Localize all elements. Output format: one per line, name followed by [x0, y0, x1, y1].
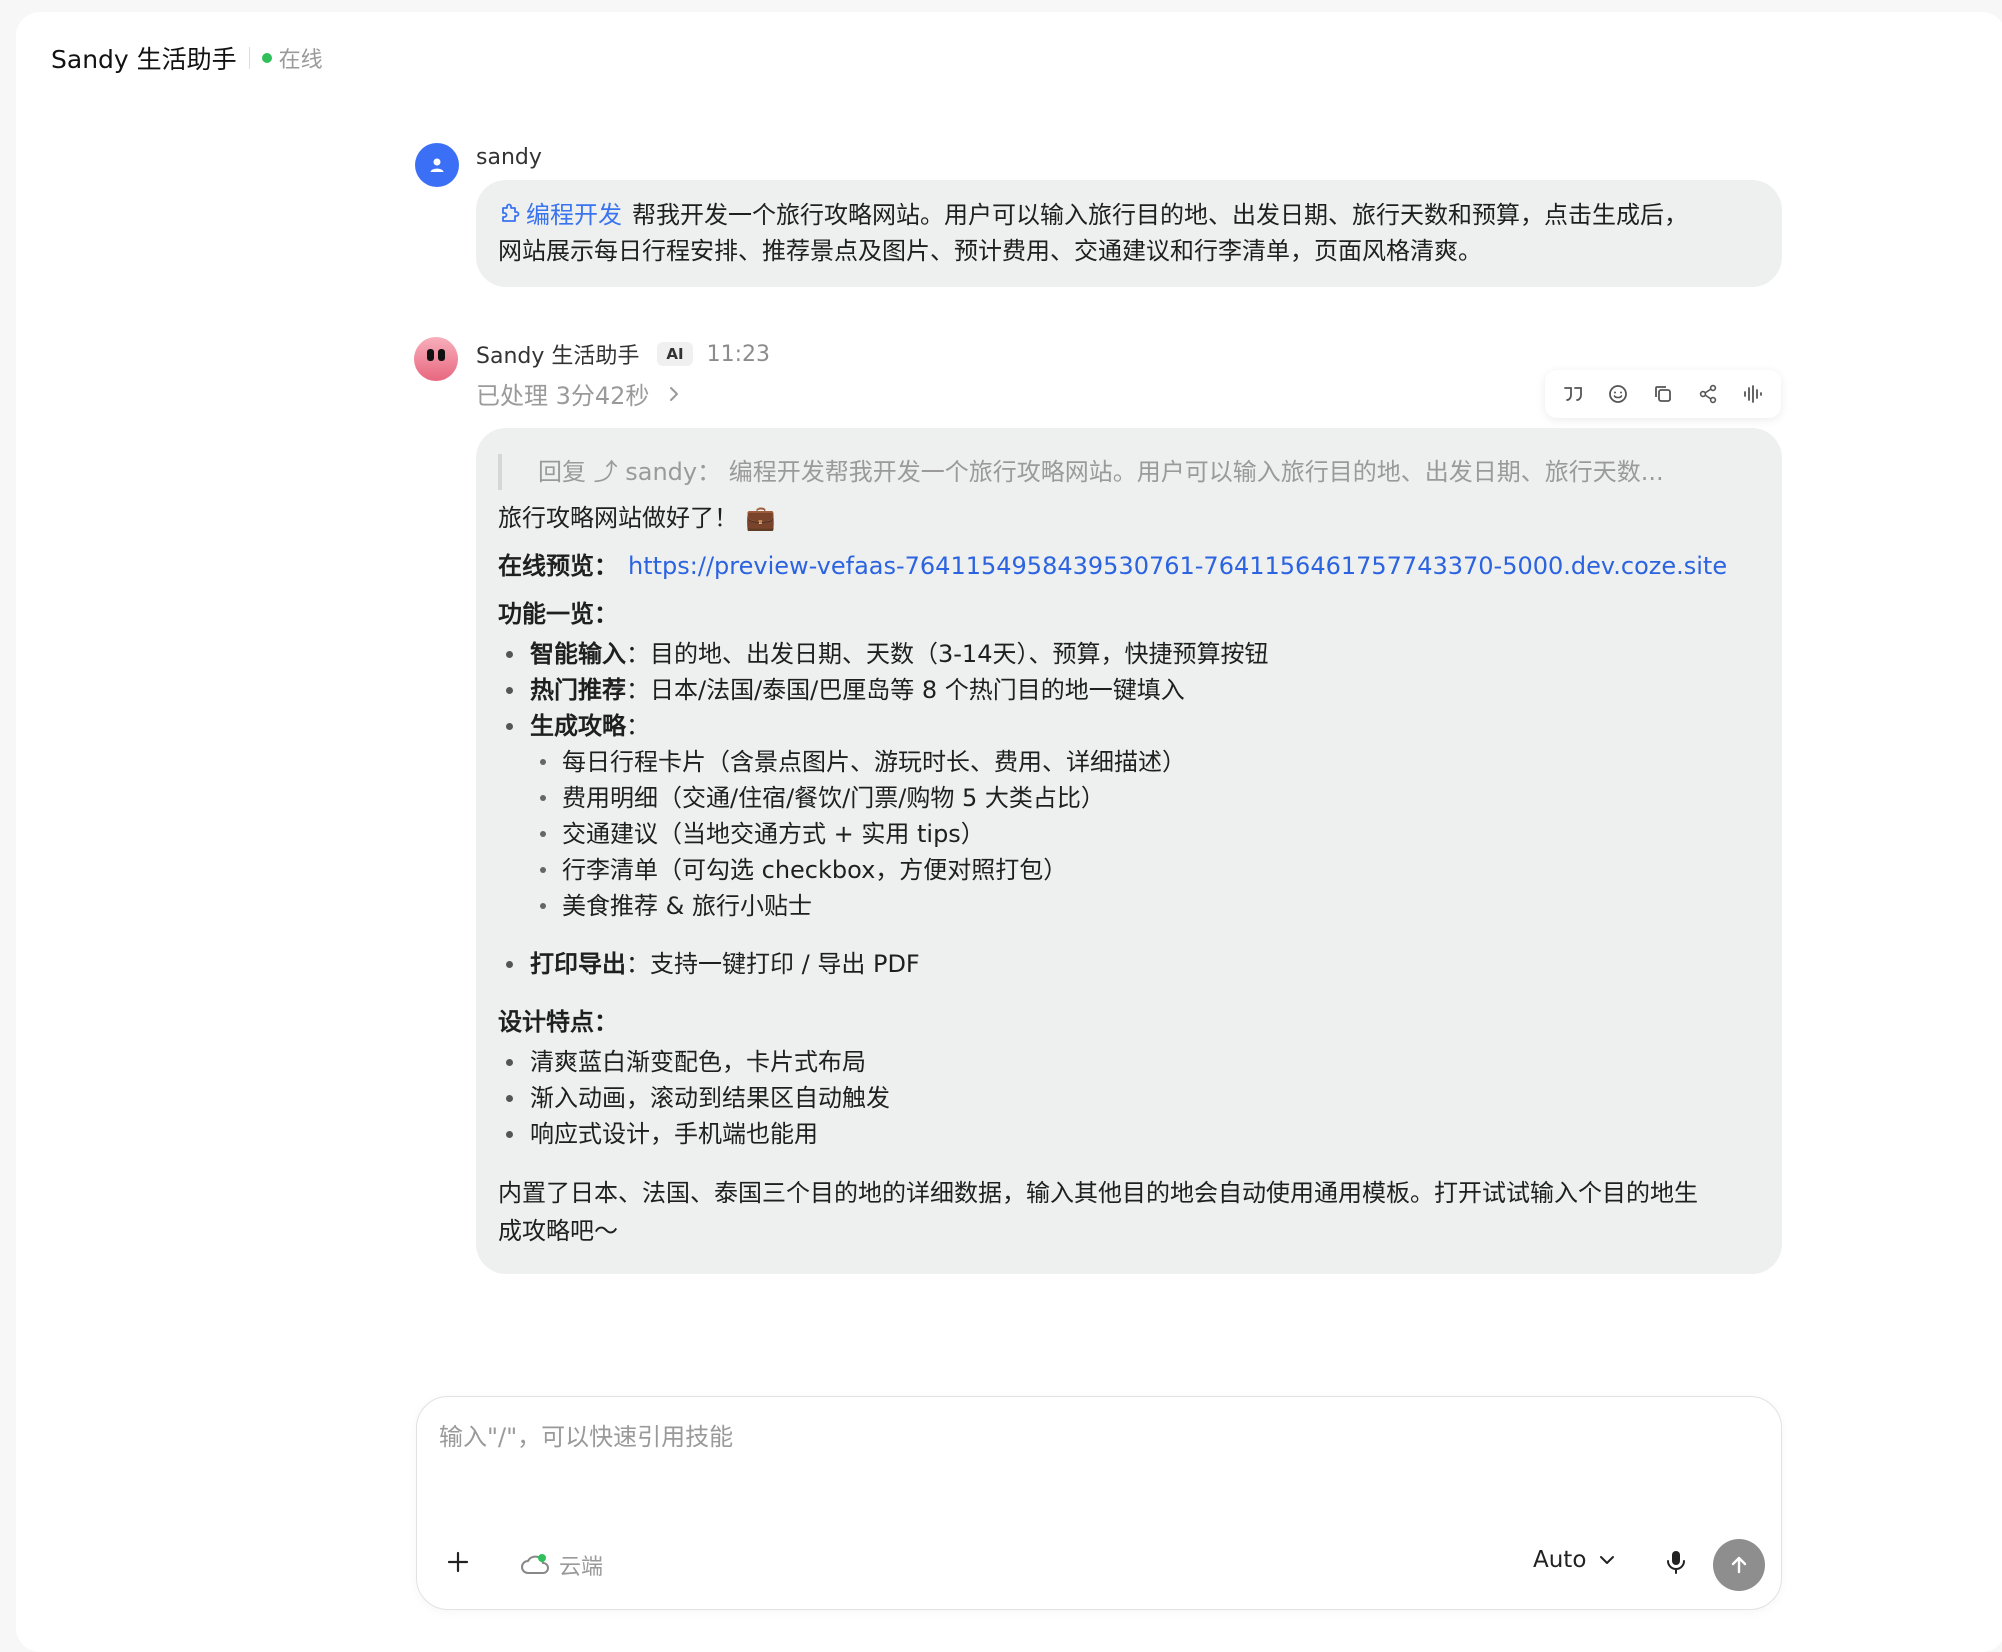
assistant-message-bubble: 回复 ⤴ sandy： 编程开发帮我开发一个旅行攻略网站。用户可以输入旅行目的地…	[476, 428, 1782, 1274]
design-heading: 设计特点：	[498, 1008, 618, 1036]
plus-icon[interactable]	[443, 1547, 473, 1577]
chevron-right-icon	[670, 386, 679, 401]
done-text: 旅行攻略网站做好了！ 💼	[498, 504, 776, 532]
cloud-icon	[521, 1554, 549, 1574]
list-item: 清爽蓝白渐变配色，卡片式布局	[506, 1044, 1760, 1080]
message-composer[interactable]: 输入"/"，可以快速引用技能 云端 Auto	[416, 1396, 1782, 1610]
cloud-label: 云端	[559, 1555, 604, 1580]
assistant-meta: Sandy 生活助手 AI 11:23	[476, 338, 770, 370]
list-item: 每日行程卡片（含景点图片、游玩时长、费用、详细描述）	[540, 744, 1760, 780]
message-time: 11:23	[706, 341, 770, 367]
puzzle-icon	[502, 203, 520, 222]
online-status-dot	[261, 53, 272, 63]
closing-line1: 内置了日本、法国、泰国三个目的地的详细数据，输入其他目的地会自动使用通用模板。打…	[498, 1179, 1698, 1207]
preview-label: 在线预览：	[498, 552, 618, 580]
list-item: 生成攻略： 每日行程卡片（含景点图片、游玩时长、费用、详细描述） 费用明细（交通…	[506, 708, 1760, 924]
ai-badge: AI	[657, 342, 693, 366]
user-message-line1: 帮我开发一个旅行攻略网站。用户可以输入旅行目的地、出发日期、旅行天数和预算，点击…	[632, 201, 1688, 229]
user-message-bubble: 编程开发 帮我开发一个旅行攻略网站。用户可以输入旅行目的地、出发日期、旅行天数和预…	[476, 180, 1782, 287]
send-button[interactable]	[1713, 1539, 1765, 1591]
emoji-icon[interactable]	[1603, 379, 1633, 409]
features-list: 智能输入：目的地、出发日期、天数（3-14天）、预算，快捷预算按钮 热门推荐：日…	[498, 636, 1760, 982]
skill-tag[interactable]: 编程开发	[498, 201, 622, 229]
model-select[interactable]: Auto	[1533, 1547, 1616, 1573]
features-heading: 功能一览：	[498, 600, 618, 628]
share-icon[interactable]	[1693, 379, 1723, 409]
microphone-icon[interactable]	[1661, 1547, 1691, 1577]
list-item: 热门推荐：日本/法国/泰国/巴厘岛等 8 个热门目的地一键填入	[506, 672, 1760, 708]
cloud-toggle[interactable]: 云端	[519, 1549, 603, 1581]
user-icon	[430, 158, 444, 172]
list-item: 美食推荐 & 旅行小贴士	[540, 888, 1760, 924]
user-avatar[interactable]	[415, 143, 459, 187]
chevron-down-icon	[1600, 1556, 1615, 1564]
list-item: 行李清单（可勾选 checkbox，方便对照打包）	[540, 852, 1760, 888]
model-value: Auto	[1533, 1547, 1587, 1573]
processing-status[interactable]: 已处理 3分42秒	[476, 376, 681, 411]
preview-link[interactable]: https://preview-vefaas-76411549584395307…	[628, 552, 1727, 580]
chat-header: Sandy 生活助手 在线	[51, 40, 323, 76]
reply-quote[interactable]: 回复 ⤴ sandy： 编程开发帮我开发一个旅行攻略网站。用户可以输入旅行目的地…	[498, 454, 1760, 490]
list-item: 交通建议（当地交通方式 + 实用 tips）	[540, 816, 1760, 852]
online-status-text: 在线	[278, 48, 323, 73]
closing-paragraph: 内置了日本、法国、泰国三个目的地的详细数据，输入其他目的地会自动使用通用模板。打…	[498, 1174, 1760, 1250]
design-list: 清爽蓝白渐变配色，卡片式布局 渐入动画，滚动到结果区自动触发 响应式设计，手机端…	[498, 1044, 1760, 1152]
skill-tag-label: 编程开发	[526, 201, 622, 229]
message-input[interactable]: 输入"/"，可以快速引用技能	[439, 1417, 733, 1452]
arrow-up-icon	[1731, 1556, 1747, 1574]
chat-title: Sandy 生活助手	[51, 45, 237, 74]
list-item: 智能输入：目的地、出发日期、天数（3-14天）、预算，快捷预算按钮	[506, 636, 1760, 672]
list-item: 打印导出：支持一键打印 / 导出 PDF	[506, 946, 1760, 982]
header-divider	[248, 47, 250, 69]
closing-line2: 成攻略吧～	[498, 1217, 618, 1245]
sub-features-list: 每日行程卡片（含景点图片、游玩时长、费用、详细描述） 费用明细（交通/住宿/餐饮…	[530, 744, 1760, 924]
user-name: sandy	[476, 145, 542, 170]
quote-icon[interactable]	[1558, 379, 1588, 409]
list-item: 渐入动画，滚动到结果区自动触发	[506, 1080, 1760, 1116]
copy-icon[interactable]	[1648, 379, 1678, 409]
list-item: 响应式设计，手机端也能用	[506, 1116, 1760, 1152]
assistant-name: Sandy 生活助手	[476, 344, 640, 369]
list-item: 费用明细（交通/住宿/餐饮/门票/购物 5 大类占比）	[540, 780, 1760, 816]
preview-row: 在线预览： https://preview-vefaas-764115495843…	[498, 548, 1760, 584]
voice-icon[interactable]	[1738, 379, 1768, 409]
message-action-toolbar	[1545, 370, 1781, 418]
assistant-avatar[interactable]	[414, 337, 458, 381]
processing-time: 已处理 3分42秒	[476, 382, 650, 410]
user-message-line2: 网站展示每日行程安排、推荐景点及图片、预计费用、交通建议和行李清单，页面风格清爽…	[498, 237, 1482, 265]
